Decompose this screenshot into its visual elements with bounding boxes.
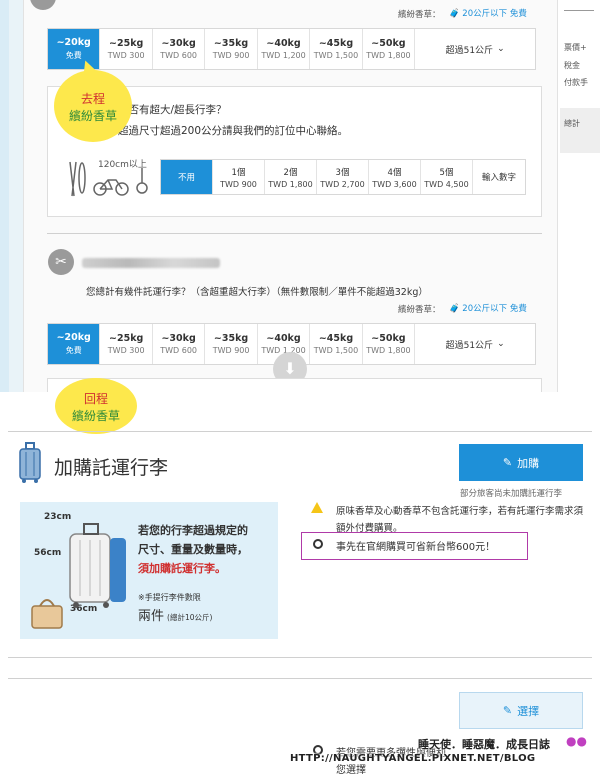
weight-option-35kg[interactable]: ~35kg TWD 900 [205, 324, 258, 364]
oversize-quantity-options: 不用 1個 TWD 900 2個 TWD 1,800 3個 TWD 2,700 4個 T… [160, 159, 526, 195]
qty-custom-input[interactable]: 輸入數字 [473, 160, 525, 194]
suitcase-icon [16, 442, 44, 484]
oversize-note: 超過尺寸超過200公分請與我們的訂位中心聯絡。 [118, 125, 349, 137]
radio-icon[interactable] [313, 539, 323, 549]
sidebar-total: 總計 [560, 108, 600, 153]
fare-label-2: 繽紛香草： [398, 305, 441, 315]
weight-option-50kg[interactable]: ~50kg TWD 1,800 [363, 29, 416, 69]
watermark-angel-icon: ●● [566, 734, 587, 748]
savings-text: 事先在官網購買可省新台幣600元！ [336, 542, 496, 553]
passenger-divider [47, 233, 542, 234]
qty-2[interactable]: 2個 TWD 1,800 [265, 160, 317, 194]
qty-4[interactable]: 4個 TWD 3,600 [369, 160, 421, 194]
weight-option-30kg[interactable]: ~30kg TWD 600 [153, 324, 206, 364]
weight-option-45kg[interactable]: ~45kg TWD 1,500 [310, 324, 363, 364]
qty-none[interactable]: 不用 [161, 160, 213, 194]
passenger-avatar: ✂ [48, 249, 74, 275]
weight-option-25kg[interactable]: ~25kg TWD 300 [100, 29, 153, 69]
weight-more-dropdown[interactable]: 超過51公斤 ⌄ [415, 324, 535, 364]
baggage-question: 您總計有幾件託運行李？（含超重超大行李）（無件數限制／單件不能超過32kg） [86, 287, 428, 298]
fare-label: 繽紛香草： [398, 10, 441, 20]
baggage-promo-image: 23cm 56cm 36cm 若您的行李超過規定的 尺寸、重量及數量時， 須加購… [20, 502, 278, 639]
weight-option-35kg[interactable]: ~35kg TWD 900 [205, 29, 258, 69]
sidebar-line [564, 10, 594, 11]
weight-option-45kg[interactable]: ~45kg TWD 1,500 [310, 29, 363, 69]
promo-suitcase-icon [62, 520, 132, 614]
addon-note: 部分旅客尚未加購託運行李 [460, 489, 563, 499]
weight-option-25kg[interactable]: ~25kg TWD 300 [100, 324, 153, 364]
left-band [0, 0, 9, 392]
promo-small: ※手提行李件數限 [138, 593, 201, 602]
luggage-icon: 🧳 [449, 9, 460, 19]
promo-line1: 若您的行李超過規定的 [138, 524, 248, 537]
promo-count: 兩件 (總計10公斤) [138, 609, 213, 624]
weight-more-dropdown[interactable]: 超過51公斤 ⌄ [415, 29, 535, 69]
dim-vertical-label: 56cm [34, 548, 62, 558]
qty-5[interactable]: 5個 TWD 4,500 [421, 160, 473, 194]
sidebar-fare: 票價+ [564, 43, 587, 52]
weight-options-go: ~20kg 免費 ~25kg TWD 300 ~30kg TWD 600 ~35kg T… [47, 28, 536, 70]
left-band-inner [9, 0, 23, 392]
size-label: 120cm以上 [98, 160, 147, 170]
weight-option-30kg[interactable]: ~30kg TWD 600 [153, 29, 206, 69]
sidebar: 票價+ 稅金 付款手 總計 [560, 0, 600, 155]
bag-icon [28, 594, 66, 634]
sidebar-tax: 稅金 [564, 61, 580, 70]
callout-return: 回程 繽紛香草 [55, 378, 137, 434]
section-divider-low [8, 678, 592, 679]
promo-line3: 須加購託運行李。 [138, 562, 226, 575]
select-button[interactable]: ✎ 選擇 [459, 692, 583, 729]
add-baggage-button[interactable]: ✎ 加購 [459, 444, 583, 481]
pencil-icon: ✎ [502, 456, 513, 469]
weight-option-20kg[interactable]: ~20kg 免費 [48, 324, 101, 364]
free-allowance-2: 🧳 20公斤以下 免費 [449, 304, 527, 314]
chevron-down-icon: ⌄ [497, 44, 505, 54]
chevron-down-icon: ⌄ [497, 339, 505, 349]
warning-icon [311, 502, 323, 513]
pencil-icon: ✎ [502, 704, 513, 717]
luggage-icon: 🧳 [449, 304, 460, 314]
watermark-title: 睡天使．睡惡魔．成長日誌 [418, 738, 550, 751]
watermark-url: HTTP://NAUGHTYANGEL.PIXNET.NET/BLOG [290, 753, 536, 764]
section-divider-top [8, 431, 592, 432]
section-divider-mid [8, 657, 592, 658]
oversize-question: 是否有超大/超長行李？ [118, 104, 227, 116]
passenger-name-blurred [82, 258, 220, 268]
sidebar-fee: 付款手 [564, 78, 588, 87]
qty-1[interactable]: 1個 TWD 900 [213, 160, 265, 194]
weight-option-50kg[interactable]: ~50kg TWD 1,800 [363, 324, 416, 364]
promo-line2: 尺寸、重量及數量時， [138, 543, 248, 556]
callout-go: 去程 繽紛香草 [54, 70, 132, 142]
weight-option-40kg[interactable]: ~40kg TWD 1,200 [258, 29, 311, 69]
addon-title: 加購託運行李 [54, 457, 169, 479]
free-allowance: 🧳 20公斤以下 免費 [449, 9, 527, 19]
qty-3[interactable]: 3個 TWD 2,700 [317, 160, 369, 194]
